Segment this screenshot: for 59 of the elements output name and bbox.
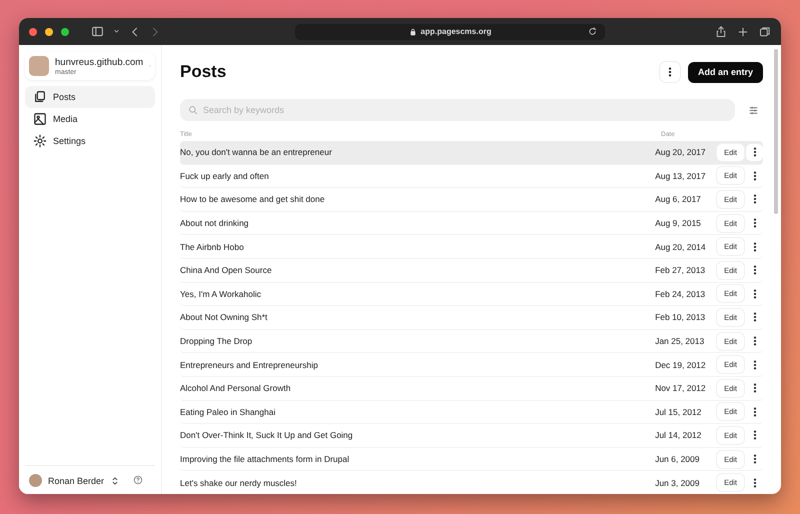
lock-icon [408,28,417,36]
post-date: Aug 20, 2017 [655,147,706,158]
repository-name: hunvreus.github.com [55,56,144,68]
row-menu-button[interactable] [746,144,763,161]
scrollbar[interactable] [774,49,778,214]
tabs-icon [759,26,771,38]
post-date: Feb 24, 2013 [655,288,706,299]
sidebar-item[interactable]: Media [25,108,155,130]
post-date: Jul 14, 2012 [655,430,702,440]
close-window-button[interactable] [29,28,37,36]
post-title: Eating Paleo in Shanghai [180,406,276,417]
sidebar-item[interactable]: Settings [25,130,155,152]
gear-icon [33,134,47,148]
post-title: Yes, I'm A Workaholic [180,288,261,299]
post-title: Dropping The Drop [180,336,252,346]
post-date: Dec 19, 2012 [655,360,706,370]
post-title: Alcohol And Personal Growth [180,383,291,394]
page-title: Posts [180,62,226,82]
post-date: Aug 20, 2014 [655,242,706,252]
post-title: Let's shake our nerdy muscles! [180,478,297,488]
post-date: Aug 13, 2017 [655,170,706,181]
search-icon [188,105,198,115]
post-title: How to be awesome and get shit done [180,194,325,204]
post-title: About not drinking [180,218,249,228]
user-menu[interactable]: Ronan Berder [48,476,120,486]
post-date: Feb 27, 2013 [655,265,706,276]
add-entry-button[interactable]: Add an entry [688,62,763,82]
avatar-placeholder [29,56,49,76]
address-bar[interactable]: app.pagescms.org [295,24,605,40]
post-date: Nov 17, 2012 [655,383,706,394]
post-title: Don't Over-Think It, Suck It Up and Get Going [180,430,353,440]
reload-icon [588,26,597,36]
share-icon [715,26,727,38]
post-date: Jun 3, 2009 [655,478,700,488]
post-title: The Airbnb Hobo [180,242,244,252]
help-icon [133,474,143,484]
post-title: Fuck up early and often [180,170,269,181]
avatar-placeholder [29,474,42,487]
post-title: Entrepreneurs and Entrepreneurship [180,360,318,370]
post-date: Jun 6, 2009 [655,454,700,464]
post-date: Feb 10, 2013 [655,312,706,322]
post-date: Aug 9, 2015 [655,218,701,228]
post-title: Improving the file attachments form in Drupal [180,454,350,464]
post-date: Aug 6, 2017 [655,194,701,204]
minimize-window-button[interactable] [45,28,53,36]
more-options-button[interactable] [660,62,680,82]
sliders-icon [748,104,758,116]
zoom-window-button[interactable] [61,28,69,36]
post-title: About Not Owning Sh*t [180,312,268,322]
plus-icon [737,26,749,38]
image-icon [33,112,47,126]
copy-icon [33,90,47,104]
search-field[interactable]: Search by keywords [180,99,735,121]
sidebar-item[interactable]: Posts [25,86,155,108]
post-title: No, you don't wanna be an entrepreneur [180,147,332,158]
post-date: Jul 15, 2012 [655,406,702,417]
sidebar-icon [91,25,104,38]
post-title: China And Open Source [180,265,272,276]
post-date: Jan 25, 2013 [655,336,704,346]
